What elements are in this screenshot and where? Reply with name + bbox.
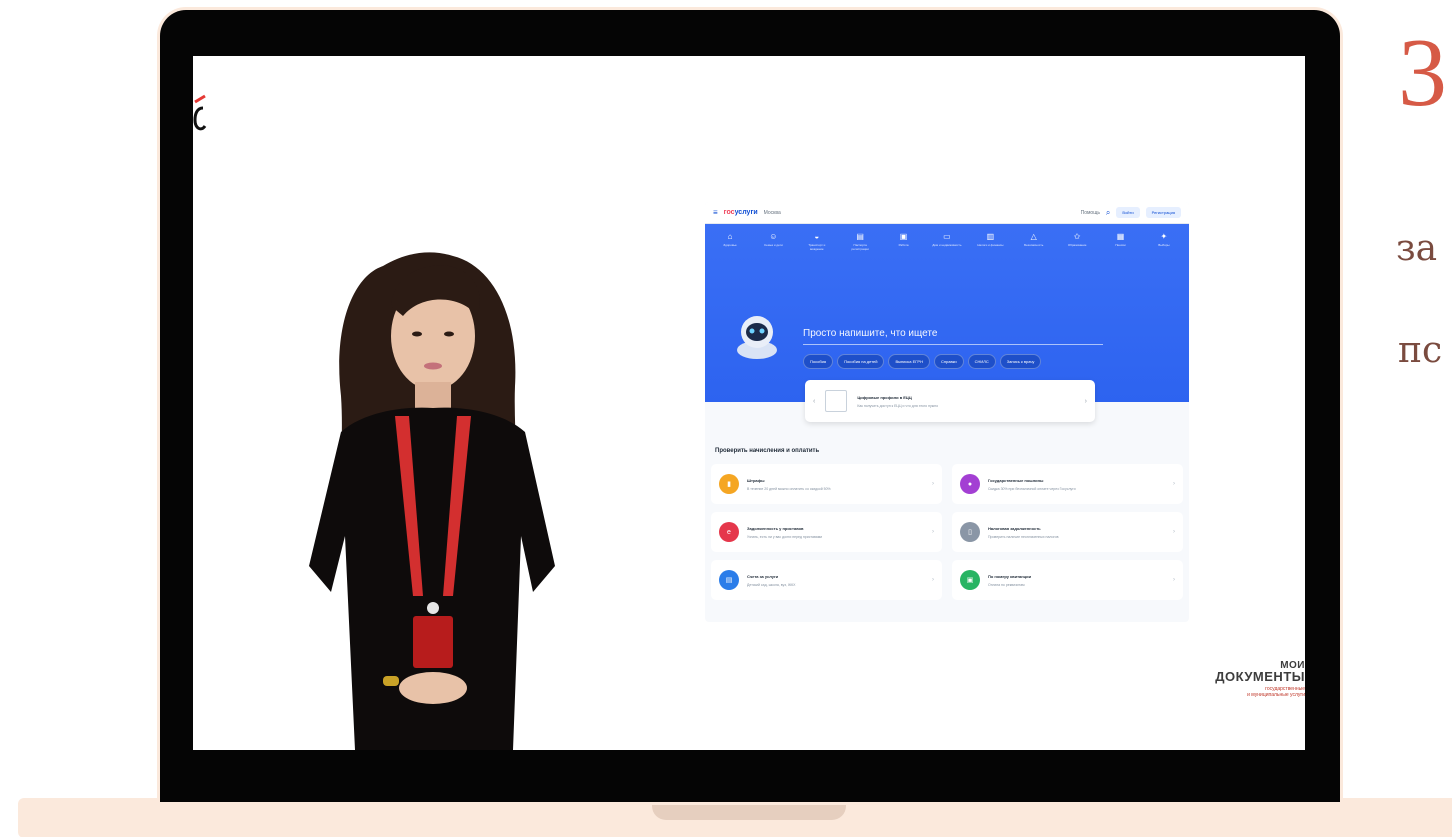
gosuslugi-page: ≡ госуслуги Москва Помощь ⌕ Войти Регист… — [705, 202, 1189, 622]
search-icon[interactable]: ⌕ — [1106, 208, 1110, 218]
quick-chip[interactable]: Справки — [933, 354, 964, 369]
coin-icon: ● — [960, 474, 980, 494]
category-item[interactable]: ▦ Пенсии — [1106, 232, 1136, 252]
invoice-icon: ▤ — [719, 570, 739, 590]
my-documents-watermark: МОИ ДОКУМЕНТЫ государственные и муниципа… — [1215, 660, 1305, 698]
debt-icon: e — [719, 522, 739, 542]
fine-icon: ▮ — [719, 474, 739, 494]
hero-section: ⌂ Здоровье ☺ Семья и дети ◒ Транспорт и вож… — [705, 224, 1189, 402]
payment-card[interactable]: e Задолженность у приставов Узнать, есть … — [711, 512, 942, 552]
laptop-screen: ≡ госуслуги Москва Помощь ⌕ Войти Регист… — [193, 56, 1305, 750]
category-item[interactable]: ☺ Семья и дети — [758, 232, 788, 252]
category-item[interactable]: ⌂ Здоровье — [715, 232, 745, 252]
receipt-icon: ▣ — [960, 570, 980, 590]
payment-card[interactable]: ● Государственные пошлины Скидка 30% при … — [952, 464, 1183, 504]
quick-chip[interactable]: СНИЛС — [967, 354, 996, 369]
card-title: Задолженность у приставов — [747, 525, 804, 531]
chevron-right-icon: › — [1173, 481, 1175, 487]
card-text: Детский сад, школа, вуз, ЖКХ — [747, 582, 796, 587]
category-item[interactable]: ✩ Образование — [1062, 232, 1092, 252]
section-title: Проверить начисления и оплатить — [715, 448, 820, 454]
payment-card[interactable]: ▯ Налоговая задолженность Проверить налич… — [952, 512, 1183, 552]
payment-card[interactable]: ▮ Штрафы В течение 20 дней можно оплатить… — [711, 464, 942, 504]
card-text: Скидка 30% при безналичной оплате через … — [988, 486, 1076, 491]
side-text-line: за — [1396, 228, 1438, 269]
category-item[interactable]: △ Безопасность — [1019, 232, 1049, 252]
card-text: Оплата по реквизитам — [988, 582, 1025, 587]
chevron-right-icon: › — [932, 577, 934, 583]
document-icon: ▤ — [856, 232, 864, 241]
flag-icon: ✦ — [1160, 232, 1168, 241]
category-item[interactable]: ✦ Выборы — [1149, 232, 1179, 252]
quick-chip[interactable]: Запись к врачу — [999, 354, 1042, 369]
card-title: Штрафы — [747, 477, 765, 483]
card-text: В течение 20 дней можно оплатить со скид… — [747, 486, 831, 491]
card-title: По номеру квитанции — [988, 573, 1032, 579]
gosuslugi-logo[interactable]: госуслуги — [724, 209, 758, 216]
chevron-right-icon: › — [932, 529, 934, 535]
gosuslugi-header: ≡ госуслуги Москва Помощь ⌕ Войти Регист… — [705, 202, 1189, 224]
location-selector[interactable]: Москва — [764, 210, 781, 216]
step-number: 3 — [1398, 19, 1447, 127]
chevron-left-icon[interactable]: ‹ — [813, 398, 815, 405]
search-underline — [803, 344, 1103, 345]
tax-icon: ▯ — [960, 522, 980, 542]
quick-chips: Пособия Пособия на детей Выписка ЕГРН Сп… — [803, 354, 1103, 369]
category-item[interactable]: ◒ Транспорт и вождение — [802, 232, 832, 252]
side-text-line: пс — [1398, 330, 1443, 371]
family-icon: ☺ — [769, 232, 778, 241]
briefcase-icon: ▣ — [899, 232, 908, 241]
logo-mark-icon — [193, 94, 207, 131]
chevron-right-icon: › — [1173, 529, 1175, 535]
banner-title: Цифровые профили в ЕЦЦ — [857, 394, 912, 400]
promo-banner[interactable]: ‹ Цифровые профили в ЕЦЦ Как получить до… — [805, 380, 1095, 422]
video-frame: ≡ госуслуги Москва Помощь ⌕ Войти Регист… — [0, 0, 1452, 837]
payment-card[interactable]: ▤ Счета за услуги Детский сад, школа, вуз… — [711, 560, 942, 600]
chevron-right-icon[interactable]: › — [1085, 398, 1087, 405]
category-item[interactable]: ▣ Работа — [889, 232, 919, 252]
card-text: Проверить наличие неоплаченных налогов — [988, 534, 1059, 539]
chevron-right-icon: › — [932, 481, 934, 487]
shield-icon: △ — [1030, 232, 1037, 241]
help-link[interactable]: Помощь — [1081, 210, 1100, 216]
quick-chip[interactable]: Выписка ЕГРН — [888, 354, 930, 369]
home-icon: ⌂ — [727, 232, 733, 241]
card-text: Узнать, есть ли у вас долги перед приста… — [747, 534, 823, 539]
quick-chip[interactable]: Пособия на детей — [837, 354, 885, 369]
category-item[interactable]: ▭ Дом и недвижимость — [932, 232, 962, 252]
banner-text: Как получить доступ к ЕЦЦ и что для этог… — [857, 403, 939, 408]
category-bar: ⌂ Здоровье ☺ Семья и дети ◒ Транспорт и вож… — [705, 224, 1189, 252]
star-icon: ✩ — [1073, 232, 1081, 241]
payments-grid: ▮ Штрафы В течение 20 дней можно оплатить… — [711, 464, 1183, 600]
robot-assistant-icon — [737, 316, 777, 359]
card-title: Государственные пошлины — [988, 477, 1044, 483]
presenter-figure — [309, 252, 555, 750]
banner-image — [825, 390, 848, 412]
gear-icon: ▦ — [1116, 232, 1125, 241]
login-button[interactable]: Войти — [1116, 207, 1140, 218]
card-title: Счета за услуги — [747, 573, 779, 579]
card-title: Налоговая задолженность — [988, 525, 1041, 531]
building-icon: ▭ — [943, 232, 951, 241]
payment-card[interactable]: ▣ По номеру квитанции Оплата по реквизита… — [952, 560, 1183, 600]
car-icon: ◒ — [814, 232, 820, 241]
category-item[interactable]: ▥ Налоги и финансы — [975, 232, 1005, 252]
menu-icon[interactable]: ≡ — [713, 208, 718, 217]
register-button[interactable]: Регистрация — [1145, 207, 1181, 218]
chart-icon: ▥ — [986, 232, 995, 241]
chevron-right-icon: › — [1173, 577, 1175, 583]
category-item[interactable]: ▤ Паспорта регистрации — [845, 232, 875, 252]
quick-chip[interactable]: Пособия — [803, 354, 834, 369]
search-prompt[interactable]: Просто напишите, что ищете — [803, 328, 937, 339]
